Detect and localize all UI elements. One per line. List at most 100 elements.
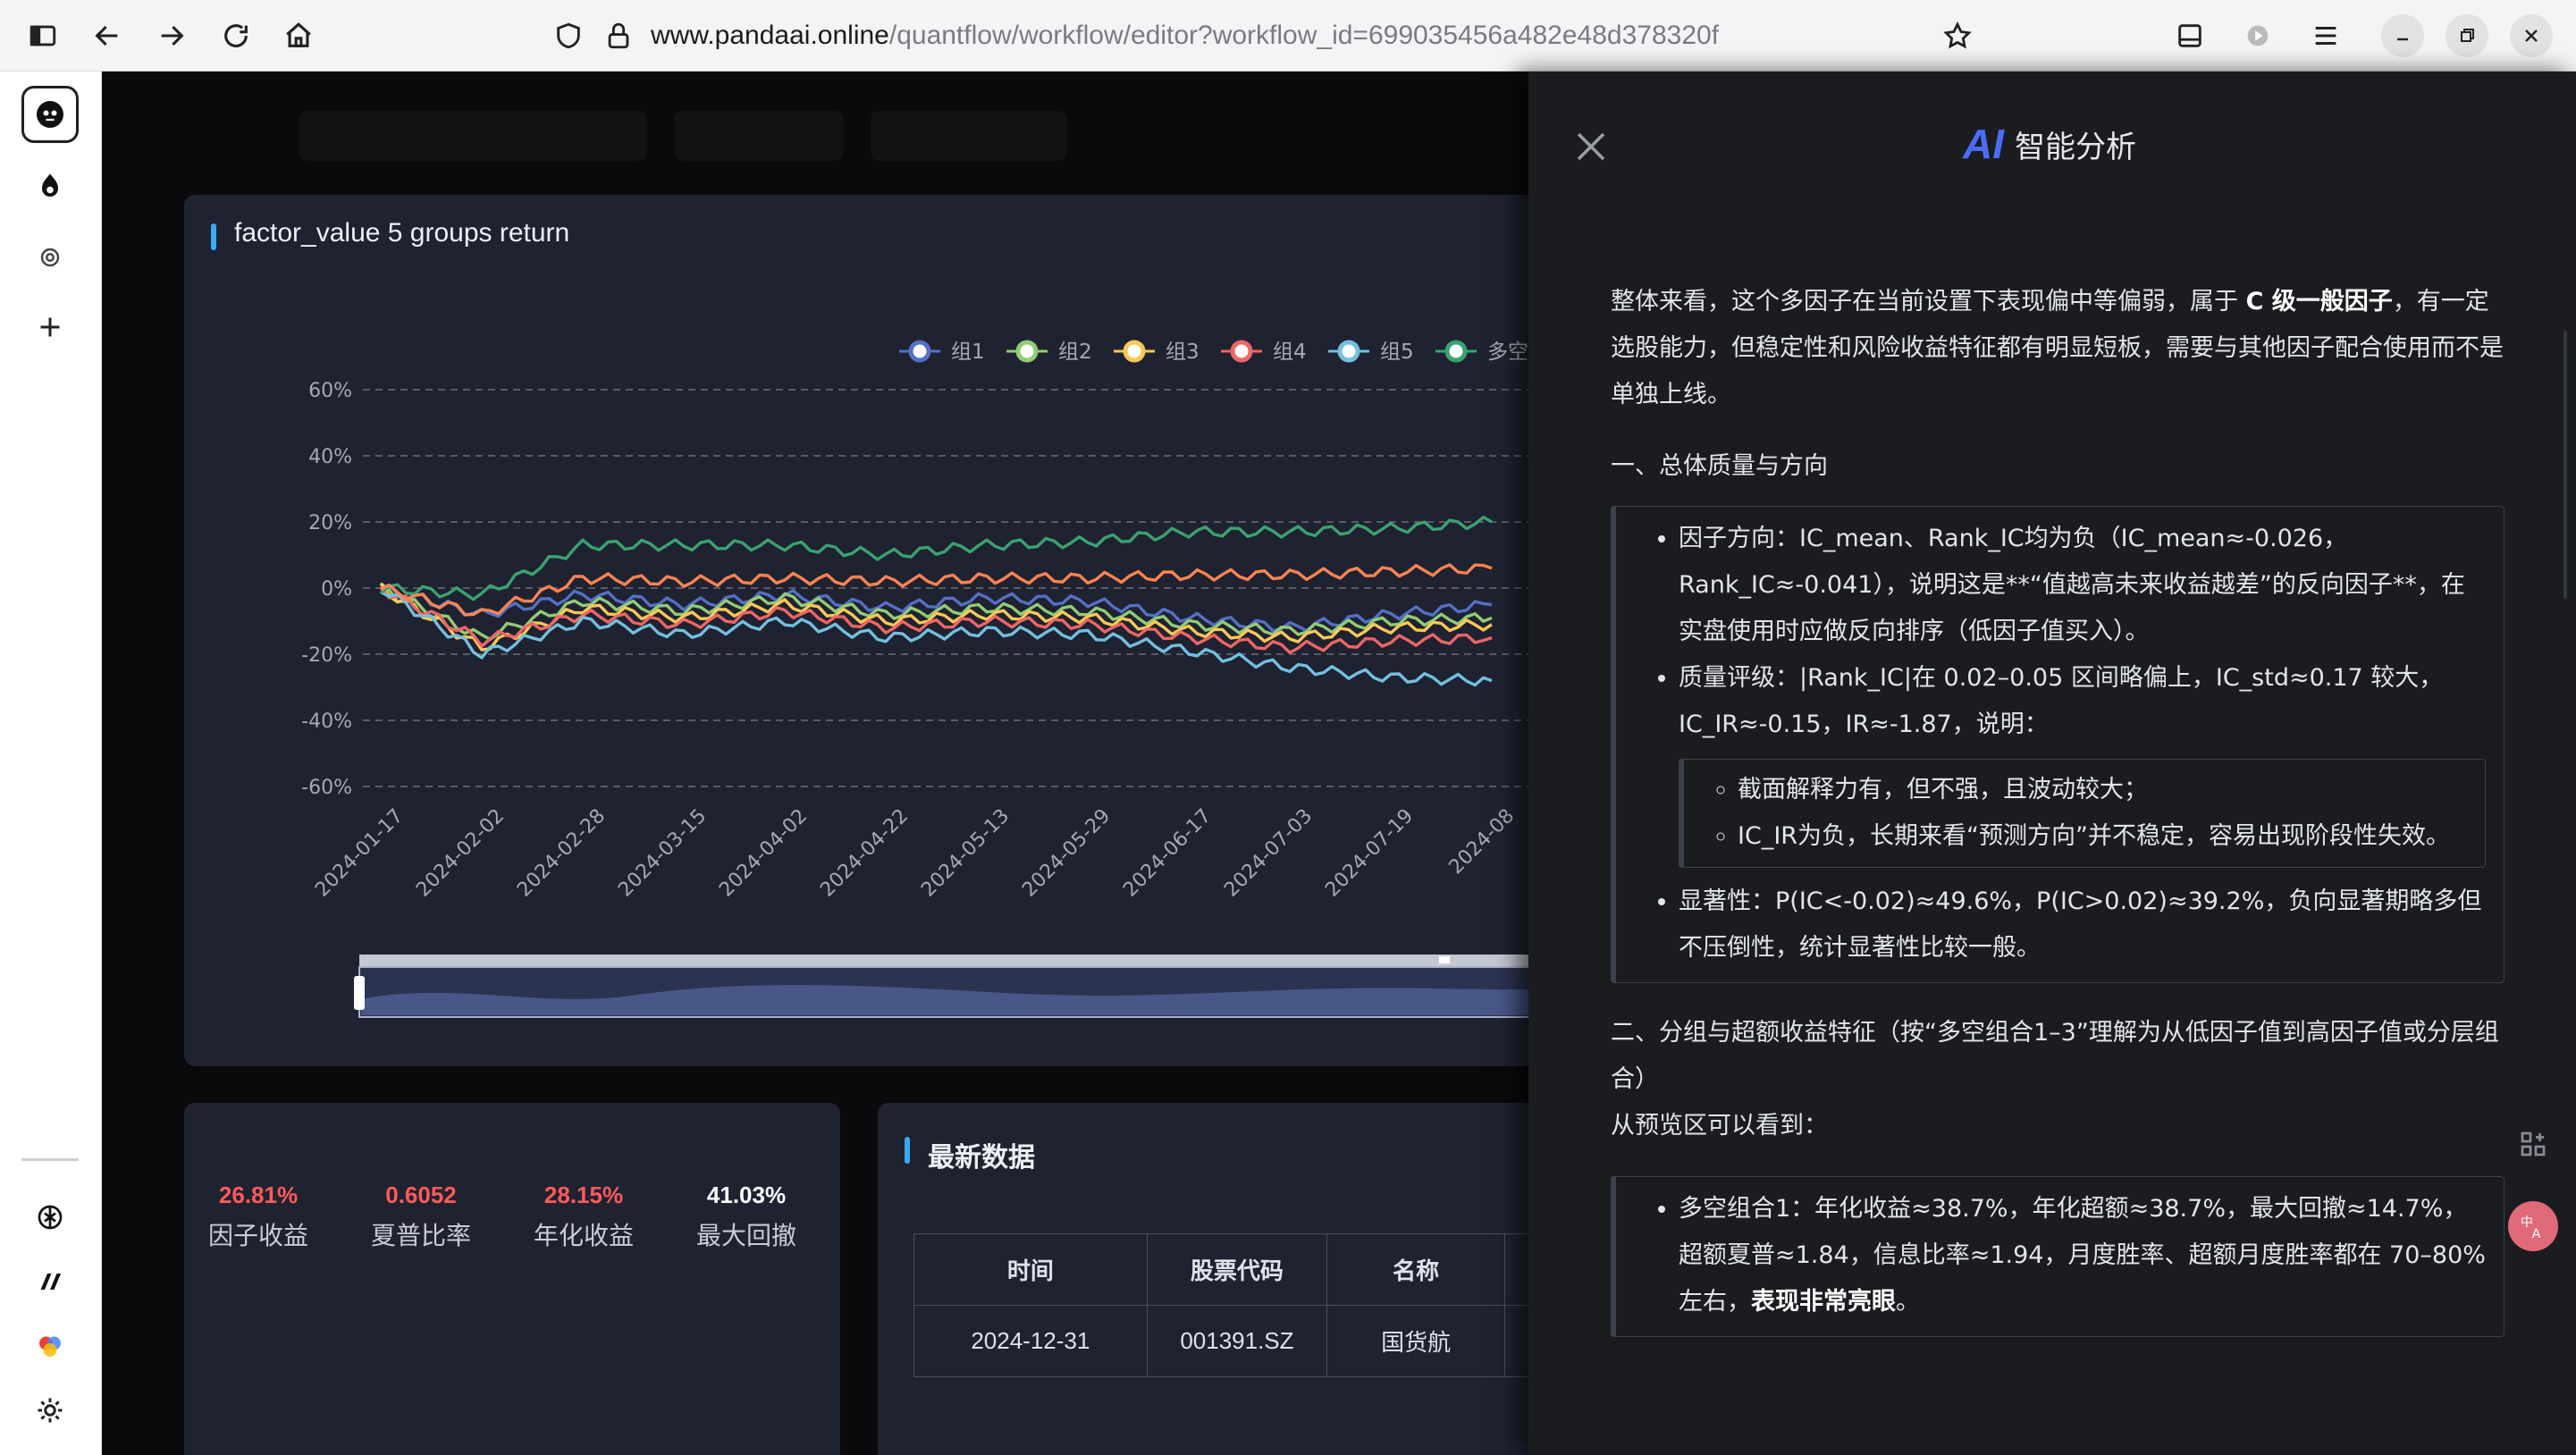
ai-analysis-panel: AI 智能分析 整体来看，这个多因子在当前设置下表现偏中等偏弱，属于 C 级一般…	[1528, 71, 2576, 1455]
text-span: 整体来看，这个多因子在当前设置下表现偏中等偏弱，属于	[1611, 288, 2246, 315]
stat-label: 夏普比率	[370, 1221, 471, 1250]
list-item: 因子方向：IC_mean、Rank_IC均为负（IC_mean≈-0.026，R…	[1679, 516, 2486, 655]
legend-label: 组1	[951, 341, 985, 364]
stat-label: 年化收益	[533, 1221, 634, 1250]
openai-icon[interactable]	[21, 229, 79, 286]
list-item: 截面解释力有，但不强，且波动较大；	[1738, 767, 2467, 813]
blurred-toolbar-item	[674, 111, 844, 161]
back-icon[interactable]	[84, 13, 130, 59]
legend-swatch-marker	[1444, 340, 1468, 363]
sidebar-toggle-icon[interactable]	[20, 13, 66, 59]
grid-apps-icon[interactable]	[2508, 1119, 2558, 1169]
url-bar[interactable]: www.pandaai.online/quantflow/workflow/ed…	[651, 18, 1719, 54]
y-tick-label: 20%	[308, 512, 352, 534]
analysis-content: 整体来看，这个多因子在当前设置下表现偏中等偏弱，属于 C 级一般因子，有一定选股…	[1611, 279, 2504, 1364]
column-header[interactable]: 名称	[1326, 1233, 1505, 1306]
bookmark-star-icon[interactable]	[1934, 13, 1981, 59]
y-tick-label: -60%	[301, 777, 352, 799]
factor-stats-card: 26.81% 因子收益 0.6052 夏普比率 28.15% 年化收益 41.0…	[184, 1103, 840, 1455]
list-item: 质量评级：|Rank_IC|在 0.02–0.05 区间略偏上，IC_std≈0…	[1679, 655, 2486, 868]
stat-label: 最大回撤	[695, 1221, 796, 1250]
sidebar-divider	[21, 1158, 79, 1161]
list-item: 显著性：P(IC<-0.02)≈49.6%，P(IC>0.02)≈39.2%，负…	[1679, 879, 2486, 971]
x-tick-label: 2024-08	[1445, 805, 1520, 879]
x-tick-label: 2024-04-22	[816, 805, 913, 902]
reload-icon[interactable]	[213, 13, 259, 59]
series-line	[380, 583, 1493, 633]
highlight-text: 表现非常亮眼	[1751, 1288, 1896, 1316]
stat-factor-return: 26.81% 因子收益	[191, 1182, 325, 1252]
legend-label: 组4	[1273, 341, 1307, 364]
table-cell: 国货航	[1326, 1305, 1505, 1377]
shield-icon[interactable]	[545, 13, 592, 59]
zoom-slider-handle	[354, 976, 365, 1010]
x-tick-label: 2024-03-15	[614, 805, 711, 902]
tab-view-icon[interactable]	[2167, 13, 2213, 59]
legend-swatch-marker	[1015, 340, 1039, 363]
list-item: IC_IR为负，长期来看“预测方向”并不稳定，容易出现阶段性失效。	[1738, 813, 2467, 860]
translate-icon[interactable]: 中A	[2508, 1201, 2558, 1251]
legend-swatch-marker	[908, 340, 931, 363]
close-panel-icon[interactable]	[1570, 125, 1612, 168]
panel-title-text: 智能分析	[2015, 129, 2136, 165]
forward-icon[interactable]	[148, 13, 195, 59]
add-icon[interactable]	[21, 299, 79, 356]
panel-scrollbar[interactable]	[2563, 331, 2567, 599]
panel-title: AI 智能分析	[1963, 120, 2136, 168]
panda-flame-icon[interactable]	[21, 157, 79, 214]
restore-icon[interactable]	[2446, 14, 2488, 57]
minimize-icon[interactable]	[2381, 14, 2424, 57]
blurred-toolbar-item	[871, 111, 1067, 161]
settings-gear-icon[interactable]	[21, 1382, 79, 1439]
blurred-toolbar-item	[299, 111, 647, 161]
stat-max-drawdown: 41.03% 最大回撤	[679, 1182, 813, 1252]
stat-label: 因子收益	[207, 1221, 308, 1250]
x-tick-label: 2024-05-29	[1018, 805, 1115, 902]
app-sidebar	[0, 71, 102, 1455]
title-accent-bar	[905, 1137, 910, 1164]
perplexity-icon[interactable]	[21, 1253, 79, 1310]
column-header[interactable]: 时间	[913, 1233, 1148, 1306]
lock-icon[interactable]	[595, 13, 642, 59]
y-tick-label: 40%	[308, 446, 352, 468]
chatgpt-icon[interactable]	[21, 1189, 79, 1246]
y-tick-label: -40%	[301, 711, 352, 733]
x-tick-label: 2024-05-13	[917, 805, 1014, 902]
legend-label: 组2	[1058, 341, 1092, 364]
legend-swatch-marker	[1123, 340, 1146, 363]
column-header[interactable]: 股票代码	[1146, 1233, 1328, 1306]
y-tick-label: 60%	[308, 380, 352, 402]
list-item: 多空组合1：年化收益≈38.7%，年化超额≈38.7%，最大回撤≈14.7%，超…	[1679, 1186, 2486, 1325]
panda-app-icon[interactable]	[21, 86, 79, 143]
x-tick-label: 2024-06-17	[1119, 805, 1216, 902]
close-window-icon[interactable]	[2510, 14, 2553, 57]
legend-label: 组3	[1166, 341, 1200, 364]
analysis-intro: 整体来看，这个多因子在当前设置下表现偏中等偏弱，属于 C 级一般因子，有一定选股…	[1611, 279, 2504, 418]
quote-block: 多空组合1：年化收益≈38.7%，年化超额≈38.7%，最大回撤≈14.7%，超…	[1611, 1176, 2504, 1337]
svg-text:A: A	[2532, 1227, 2541, 1241]
factor-grade: C 级一般因子	[2245, 288, 2393, 315]
extension-icon[interactable]	[2235, 13, 2281, 59]
y-tick-label: 0%	[321, 578, 352, 601]
x-tick-label: 2024-07-19	[1321, 805, 1418, 902]
stat-annual-return: 28.15% 年化收益	[517, 1182, 651, 1252]
nested-quote-block: 截面解释力有，但不强，且波动较大； IC_IR为负，长期来看“预测方向”并不稳定…	[1679, 759, 2486, 868]
quote-block: 因子方向：IC_mean、Rank_IC均为负（IC_mean≈-0.026，R…	[1611, 506, 2504, 983]
y-tick-label: -20%	[301, 644, 352, 667]
stat-value: 0.6052	[385, 1182, 457, 1208]
stat-value: 26.81%	[218, 1182, 299, 1208]
x-tick-label: 2024-02-28	[513, 805, 610, 902]
section-heading: 一、总体质量与方向	[1611, 452, 1828, 480]
browser-toolbar: www.pandaai.online/quantflow/workflow/ed…	[0, 0, 2576, 71]
gemini-icon[interactable]	[21, 1317, 79, 1375]
stat-value: 28.15%	[543, 1182, 624, 1208]
x-tick-label: 2024-07-03	[1220, 805, 1317, 902]
section-heading: 二、分组与超额收益特征（按“多空组合1–3”理解为从低因子值到高因子值或分层组合…	[1611, 1019, 2499, 1093]
home-icon[interactable]	[275, 13, 322, 59]
x-tick-label: 2024-04-02	[715, 805, 812, 902]
table-cell: 2024-12-31	[913, 1305, 1148, 1377]
menu-icon[interactable]	[2302, 13, 2349, 59]
legend-swatch-marker	[1337, 340, 1360, 363]
section-note: 从预览区可以看到：	[1611, 1112, 1828, 1140]
x-tick-label: 2024-01-17	[311, 805, 408, 902]
